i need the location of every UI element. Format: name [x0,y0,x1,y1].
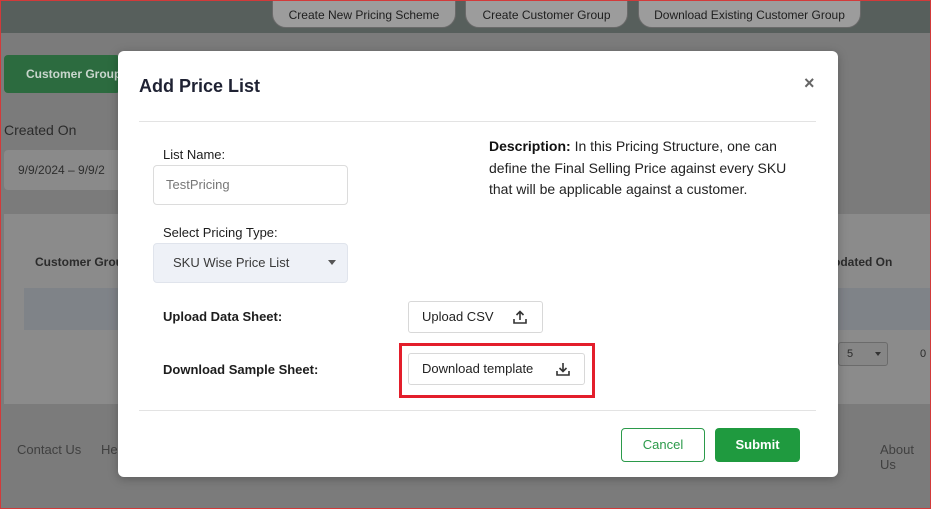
pricing-type-select[interactable]: SKU Wise Price List [153,243,348,283]
upload-data-sheet-label: Upload Data Sheet: [163,309,283,324]
create-customer-group-button[interactable]: Create Customer Group [465,0,628,28]
top-action-bar: Create New Pricing Scheme Create Custome… [0,0,931,33]
upload-icon [513,310,527,324]
date-range-input[interactable]: 9/9/2024 – 9/9/2 [4,150,134,190]
customer-group-button[interactable]: Customer Group [4,55,120,93]
close-icon[interactable]: × [804,73,815,94]
pager-count: 0 [920,348,927,360]
description-label: Description: [489,138,571,154]
pricing-description: Description: In this Pricing Structure, … [489,136,809,201]
header-divider [139,121,816,122]
upload-csv-button[interactable]: Upload CSV [408,301,543,333]
highlight-box [399,343,595,398]
column-header-customer-group: Customer Grou [35,255,124,269]
created-on-label: Created On [4,122,77,138]
add-price-list-modal: Add Price List × List Name: TestPricing … [118,51,838,477]
list-name-label: List Name: [163,147,226,162]
upload-csv-label: Upload CSV [422,309,494,324]
pricing-type-value: SKU Wise Price List [173,255,290,270]
modal-title: Add Price List [139,76,261,96]
rows-per-page-select[interactable]: 5 [838,342,888,366]
caret-down-icon [875,352,881,356]
submit-button[interactable]: Submit [715,428,800,462]
cancel-button[interactable]: Cancel [621,428,705,462]
pricing-type-label: Select Pricing Type: [163,225,278,240]
rows-per-page-value: 5 [847,348,854,360]
download-customer-group-button[interactable]: Download Existing Customer Group [638,0,861,28]
list-name-input[interactable]: TestPricing [153,165,348,205]
footer-about-link[interactable]: About Us [880,442,931,472]
caret-down-icon [328,260,336,265]
create-pricing-scheme-button[interactable]: Create New Pricing Scheme [272,0,456,28]
column-header-updated-on: odated On [833,255,893,269]
footer-contact-link[interactable]: Contact Us [17,442,81,457]
download-sample-sheet-label: Download Sample Sheet: [163,362,319,377]
footer-divider [139,410,816,411]
